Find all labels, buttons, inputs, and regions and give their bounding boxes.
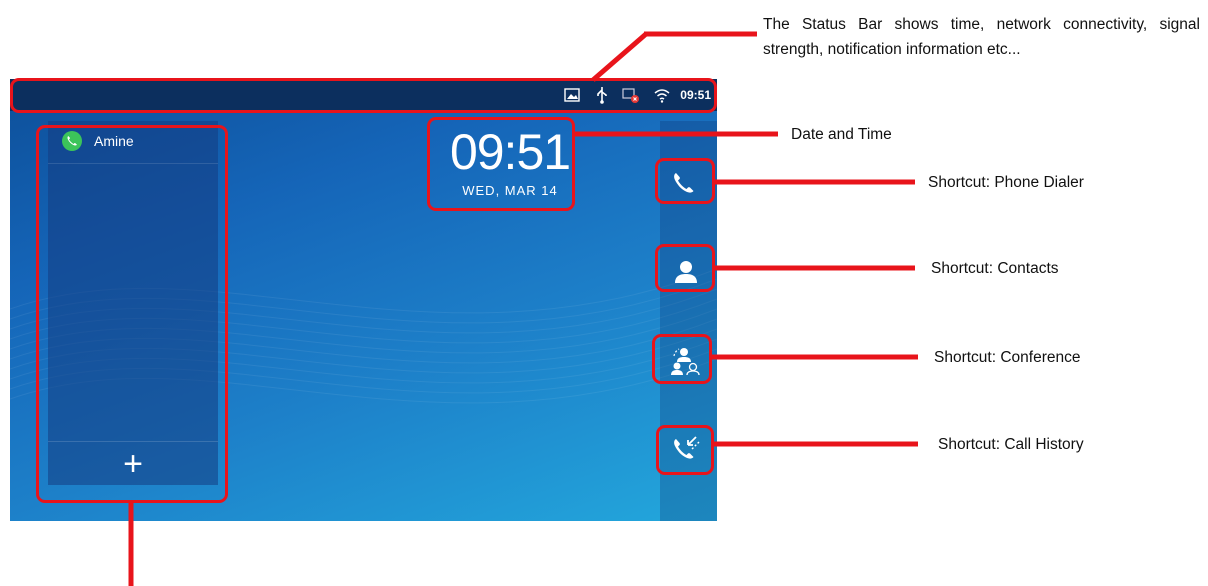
status-bar-annotation: The Status Bar shows time, network conne… <box>763 16 1200 58</box>
conference-annotation: Shortcut: Conference <box>934 349 1081 366</box>
leader-lines <box>128 31 918 586</box>
phone-dialer-annotation: Shortcut: Phone Dialer <box>928 174 1084 191</box>
status-bar-leader-diagonal <box>591 32 648 82</box>
date-time-annotation: Date and Time <box>791 126 892 143</box>
contacts-annotation: Shortcut: Contacts <box>931 260 1059 277</box>
call-history-annotation: Shortcut: Call History <box>938 436 1084 453</box>
